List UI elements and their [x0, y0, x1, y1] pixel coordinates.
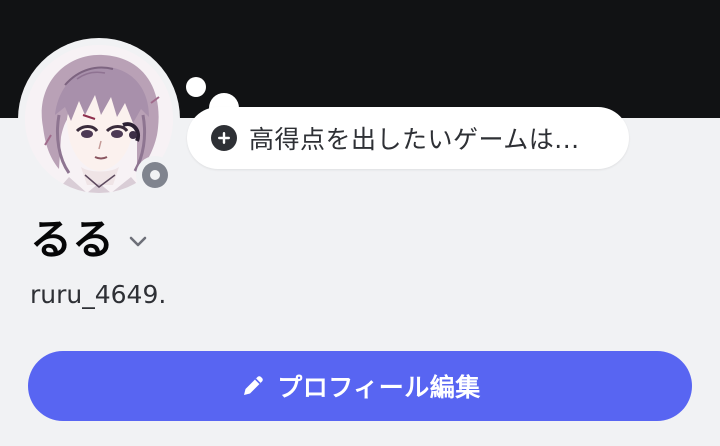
edit-profile-button[interactable]: プロフィール編集: [28, 351, 692, 421]
offline-status-icon: [142, 162, 168, 188]
custom-status-placeholder: 高得点を出したいゲームは...: [249, 125, 580, 154]
thought-bubble-dot-small: [186, 77, 206, 97]
display-name: るる: [30, 215, 115, 264]
status-indicator: [136, 156, 174, 194]
chevron-down-icon[interactable]: [126, 230, 150, 254]
pencil-icon: [244, 376, 263, 395]
username: ruru_4649.: [30, 280, 167, 309]
display-name-row[interactable]: るる: [30, 214, 150, 266]
custom-status-bubble[interactable]: 高得点を出したいゲームは...: [187, 107, 629, 169]
edit-profile-label: プロフィール編集: [277, 373, 481, 402]
plus-circle-icon: [211, 125, 237, 151]
